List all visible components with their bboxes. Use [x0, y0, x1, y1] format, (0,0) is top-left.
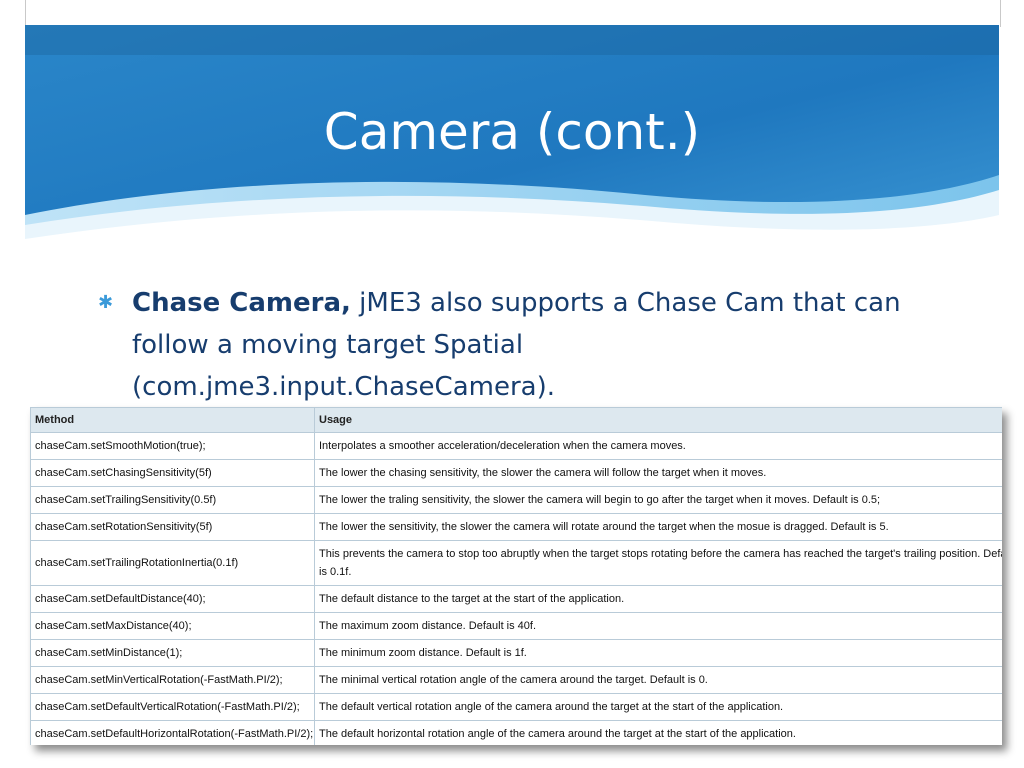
- table-row: chaseCam.setMinVerticalRotation(-FastMat…: [30, 666, 1002, 694]
- usage-cell: The lower the traling sensitivity, the s…: [314, 486, 1002, 514]
- bullet-text-block: Chase Camera, jME3 also supports a Chase…: [132, 282, 918, 408]
- table-row: chaseCam.setRotationSensitivity(5f) The l…: [30, 513, 1002, 541]
- usage-cell: The lower the sensitivity, the slower th…: [314, 513, 1002, 541]
- method-cell: chaseCam.setDefaultHorizontalRotation(-F…: [30, 720, 315, 745]
- table-row: chaseCam.setDefaultDistance(40); The defa…: [30, 585, 1002, 613]
- table-row: chaseCam.setTrailingSensitivity(0.5f) The…: [30, 486, 1002, 514]
- table-header-row: Method Usage: [30, 407, 1002, 433]
- usage-cell: The minimal vertical rotation angle of t…: [314, 666, 1002, 694]
- usage-cell: The minimum zoom distance. Default is 1f…: [314, 639, 1002, 667]
- methods-table-image: Method Usage chaseCam.setSmoothMotion(tr…: [30, 407, 1002, 745]
- usage-cell: The default distance to the target at th…: [314, 585, 1002, 613]
- usage-cell: The lower the chasing sensitivity, the s…: [314, 459, 1002, 487]
- title-banner: Camera (cont.): [25, 25, 999, 270]
- table-row: chaseCam.setDefaultVerticalRotation(-Fas…: [30, 693, 1002, 721]
- bullet-bold-term: Chase Camera,: [132, 288, 351, 318]
- table-row: chaseCam.setChasingSensitivity(5f) The lo…: [30, 459, 1002, 487]
- slide-top-strip: [25, 0, 1001, 27]
- method-cell: chaseCam.setMinDistance(1);: [30, 639, 315, 667]
- table-row: chaseCam.setDefaultHorizontalRotation(-F…: [30, 720, 1002, 745]
- asterisk-icon: ✱: [98, 292, 114, 313]
- usage-cell: The default horizontal rotation angle of…: [314, 720, 1002, 745]
- usage-cell: This prevents the camera to stop too abr…: [314, 540, 1002, 586]
- method-cell: chaseCam.setSmoothMotion(true);: [30, 432, 315, 460]
- column-header-method: Method: [30, 407, 315, 433]
- usage-cell: Interpolates a smoother acceleration/dec…: [314, 432, 1002, 460]
- bullet-paragraph: ✱ Chase Camera, jME3 also supports a Cha…: [98, 282, 918, 408]
- method-cell: chaseCam.setRotationSensitivity(5f): [30, 513, 315, 541]
- table-row: chaseCam.setMinDistance(1); The minimum z…: [30, 639, 1002, 667]
- table-row: chaseCam.setTrailingRotationInertia(0.1f…: [30, 540, 1002, 586]
- methods-table: Method Usage chaseCam.setSmoothMotion(tr…: [30, 407, 1002, 745]
- method-cell: chaseCam.setMaxDistance(40);: [30, 612, 315, 640]
- method-cell: chaseCam.setChasingSensitivity(5f): [30, 459, 315, 487]
- method-cell: chaseCam.setTrailingRotationInertia(0.1f…: [30, 540, 315, 586]
- method-cell: chaseCam.setMinVerticalRotation(-FastMat…: [30, 666, 315, 694]
- usage-cell: The maximum zoom distance. Default is 40…: [314, 612, 1002, 640]
- method-cell: chaseCam.setDefaultDistance(40);: [30, 585, 315, 613]
- table-row: chaseCam.setSmoothMotion(true); Interpola…: [30, 432, 1002, 460]
- table-row: chaseCam.setMaxDistance(40); The maximum …: [30, 612, 1002, 640]
- method-cell: chaseCam.setTrailingSensitivity(0.5f): [30, 486, 315, 514]
- method-cell: chaseCam.setDefaultVerticalRotation(-Fas…: [30, 693, 315, 721]
- column-header-usage: Usage: [314, 407, 1002, 433]
- slide-title: Camera (cont.): [323, 103, 701, 161]
- usage-cell: The default vertical rotation angle of t…: [314, 693, 1002, 721]
